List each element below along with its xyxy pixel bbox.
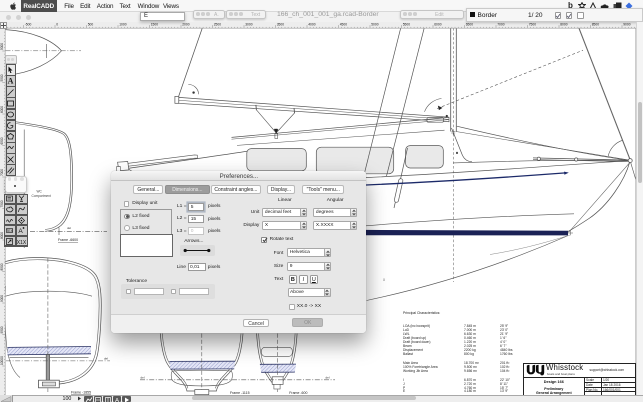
svg-text:7000: 7000: [0, 168, 4, 175]
svg-text:Compartment: Compartment: [32, 194, 51, 198]
svg-text:A: A: [18, 228, 23, 235]
svg-text:del: del: [67, 226, 71, 230]
svg-text:6500: 6500: [0, 137, 4, 144]
svg-text:6500: 6500: [466, 22, 474, 26]
svg-text:7500: 7500: [529, 22, 537, 26]
svg-text:4500: 4500: [340, 22, 348, 26]
svg-text:5500: 5500: [403, 22, 411, 26]
svg-text:A: A: [115, 397, 120, 402]
svg-text:Frame -1855: Frame -1855: [71, 390, 91, 394]
svg-text:2000: 2000: [182, 22, 190, 26]
svg-text:5000: 5000: [371, 22, 379, 26]
svg-text:del: del: [141, 375, 145, 379]
svg-text:3000: 3000: [245, 22, 253, 26]
svg-text:1500: 1500: [151, 22, 159, 26]
svg-text:del: del: [104, 356, 108, 360]
svg-text:6000: 6000: [434, 22, 442, 26]
svg-text:6000: 6000: [0, 105, 4, 112]
svg-text:3500: 3500: [277, 22, 285, 26]
svg-text:5000: 5000: [0, 42, 4, 49]
svg-text:500: 500: [88, 22, 94, 26]
svg-text:5500: 5500: [0, 74, 4, 81]
svg-text:A: A: [8, 77, 14, 86]
svg-text:8500: 8500: [0, 263, 4, 270]
svg-text:7000: 7000: [497, 22, 505, 26]
svg-text:x: x: [383, 277, 386, 282]
svg-text:0: 0: [56, 22, 58, 26]
svg-text:9500: 9500: [0, 326, 4, 333]
svg-text:9000: 9000: [0, 294, 4, 301]
svg-text:8000: 8000: [560, 22, 568, 26]
svg-text:TEX: TEX: [6, 229, 13, 233]
svg-text:1000: 1000: [119, 22, 127, 26]
svg-text:10000: 10000: [0, 355, 4, 364]
svg-text:-500: -500: [25, 22, 32, 26]
svg-text:Frame -6600: Frame -6600: [58, 238, 78, 242]
svg-text:X1X: X1X: [17, 240, 26, 246]
svg-text:del: del: [326, 375, 330, 379]
svg-text:4000: 4000: [308, 22, 316, 26]
svg-text:2500: 2500: [214, 22, 222, 26]
svg-text:9000: 9000: [623, 22, 631, 26]
svg-text:8500: 8500: [592, 22, 600, 26]
